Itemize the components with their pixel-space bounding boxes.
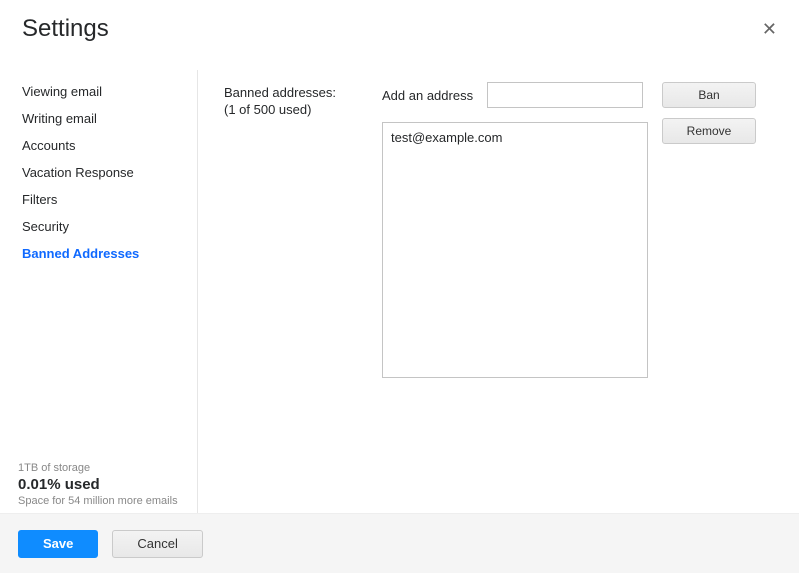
dialog-body: Viewing email Writing email Accounts Vac… xyxy=(0,58,799,513)
sidebar-item-security[interactable]: Security xyxy=(0,213,197,240)
ban-button[interactable]: Ban xyxy=(662,82,756,108)
save-button[interactable]: Save xyxy=(18,530,98,558)
dialog-header: Settings ✕ xyxy=(0,0,799,58)
sidebar-item-vacation-response[interactable]: Vacation Response xyxy=(0,159,197,186)
storage-total: 1TB of storage xyxy=(18,462,187,474)
sidebar-item-filters[interactable]: Filters xyxy=(0,186,197,213)
cancel-button[interactable]: Cancel xyxy=(112,530,202,558)
sidebar-item-banned-addresses[interactable]: Banned Addresses xyxy=(0,240,197,267)
storage-detail: Space for 54 million more emails xyxy=(18,495,187,507)
banned-header: Banned addresses: xyxy=(224,85,382,100)
dialog-title: Settings xyxy=(22,15,109,43)
list-item[interactable]: test@example.com xyxy=(391,129,639,146)
storage-percent: 0.01% used xyxy=(18,476,187,493)
close-icon[interactable]: ✕ xyxy=(762,20,777,38)
sidebar: Viewing email Writing email Accounts Vac… xyxy=(0,70,198,513)
storage-info: 1TB of storage 0.01% used Space for 54 m… xyxy=(18,462,187,507)
settings-dialog: Settings ✕ Viewing email Writing email A… xyxy=(0,0,799,573)
add-address-input[interactable] xyxy=(487,82,643,108)
action-buttons-col: Ban Remove xyxy=(648,82,756,513)
main-panel: Banned addresses: (1 of 500 used) Add an… xyxy=(198,70,799,513)
sidebar-nav: Viewing email Writing email Accounts Vac… xyxy=(0,78,197,267)
remove-button[interactable]: Remove xyxy=(662,118,756,144)
banned-header-block: Banned addresses: (1 of 500 used) xyxy=(224,82,382,513)
sidebar-item-writing-email[interactable]: Writing email xyxy=(0,105,197,132)
sidebar-item-accounts[interactable]: Accounts xyxy=(0,132,197,159)
banned-mid-col: Add an address test@example.com xyxy=(382,82,648,513)
dialog-footer: Save Cancel xyxy=(0,513,799,573)
banned-count: (1 of 500 used) xyxy=(224,102,382,117)
add-address-row: Add an address xyxy=(382,82,648,108)
add-address-label: Add an address xyxy=(382,88,473,103)
banned-address-list[interactable]: test@example.com xyxy=(382,122,648,378)
sidebar-item-viewing-email[interactable]: Viewing email xyxy=(0,78,197,105)
